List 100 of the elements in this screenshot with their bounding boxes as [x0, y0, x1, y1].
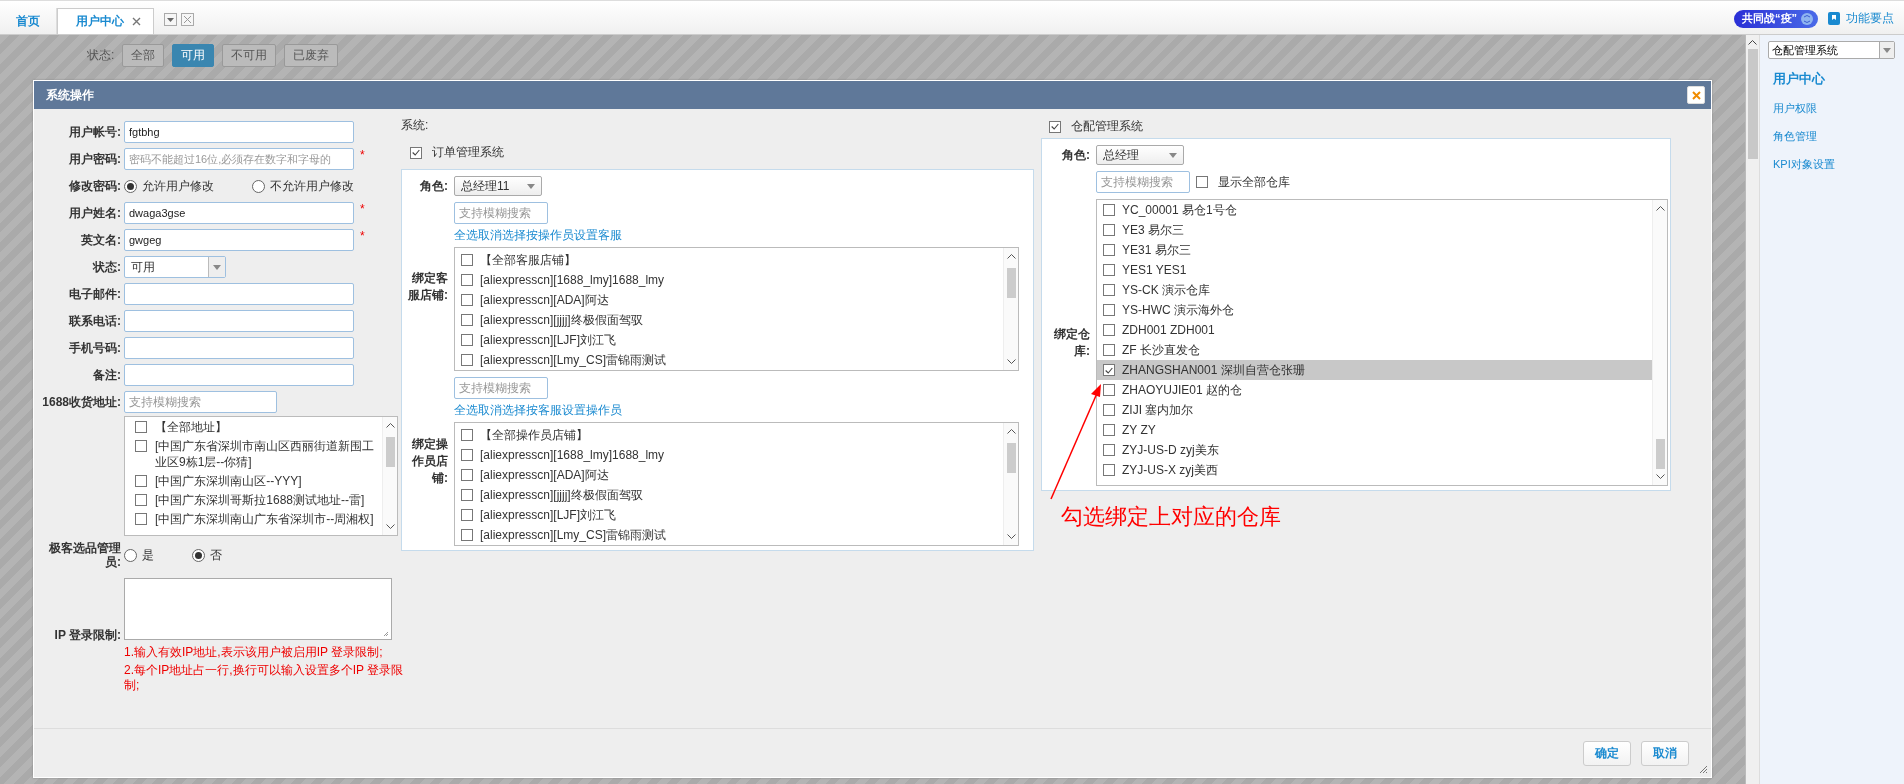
checkbox[interactable]: [461, 334, 473, 346]
checkbox[interactable]: [461, 489, 473, 501]
list-row[interactable]: YS-HWC 演示海外仓: [1103, 300, 1652, 320]
checkbox[interactable]: [1103, 204, 1115, 216]
filter-button[interactable]: 已废弃: [284, 44, 339, 67]
checkbox[interactable]: [135, 440, 147, 452]
filter-button[interactable]: 全部: [122, 44, 165, 67]
scrollbar[interactable]: [1652, 200, 1667, 485]
checkbox[interactable]: [461, 314, 473, 326]
scroll-thumb[interactable]: [1655, 439, 1665, 469]
radio-button[interactable]: [124, 179, 137, 193]
search-field[interactable]: 支持模糊搜索: [454, 202, 548, 224]
checkbox[interactable]: [1103, 324, 1115, 336]
checkbox[interactable]: [1103, 364, 1115, 376]
checkbox[interactable]: [1103, 424, 1115, 436]
scroll-thumb[interactable]: [1006, 268, 1016, 298]
checkbox[interactable]: [1103, 464, 1115, 476]
checkbox[interactable]: [461, 449, 473, 461]
checkbox[interactable]: [135, 421, 147, 433]
scroll-thumb[interactable]: [1747, 49, 1758, 159]
chevron-down-icon[interactable]: [1006, 359, 1016, 365]
list-row[interactable]: ZYJ-US-D zyj美东: [1103, 440, 1652, 460]
checkbox[interactable]: [461, 509, 473, 521]
checkbox[interactable]: [1196, 176, 1208, 188]
dropdown-button[interactable]: [164, 13, 177, 26]
list-row[interactable]: ZYJ-US-X zyj美西: [1103, 460, 1652, 480]
search-field[interactable]: 支持模糊搜索: [454, 377, 548, 399]
role-dropdown[interactable]: 总经理: [1096, 145, 1184, 165]
list-row[interactable]: ZF 长沙直发仓: [1103, 340, 1652, 360]
checkbox[interactable]: [1049, 120, 1061, 133]
chevron-up-icon[interactable]: [1006, 253, 1016, 259]
list-row[interactable]: ZHANGSHAN001 深圳自营仓张珊: [1097, 360, 1652, 380]
list-row[interactable]: YE3 易尔三: [1103, 220, 1652, 240]
text-field[interactable]: gwgeg: [124, 229, 354, 251]
scrollbar[interactable]: [382, 417, 397, 535]
close-icon[interactable]: [132, 17, 141, 26]
checkbox[interactable]: [1103, 224, 1115, 236]
list-row[interactable]: YES1 YES1: [1103, 260, 1652, 280]
radio-button[interactable]: [124, 548, 137, 562]
campaign-badge[interactable]: 共同战“疫”: [1734, 9, 1818, 28]
list-row[interactable]: YC_00001 易仓1号仓: [1103, 200, 1652, 220]
checkbox[interactable]: [461, 354, 473, 366]
system-dropdown[interactable]: 仓配管理系统: [1768, 41, 1895, 59]
checkbox[interactable]: [1103, 344, 1115, 356]
text-field[interactable]: dwaga3gse: [124, 202, 354, 224]
checkbox[interactable]: [461, 429, 473, 441]
scrollbar[interactable]: [1746, 35, 1760, 784]
sidebar-link[interactable]: KPI对象设置: [1768, 150, 1895, 178]
text-field[interactable]: [124, 310, 354, 332]
search-field[interactable]: 支持模糊搜索: [124, 391, 277, 413]
chevron-down-icon[interactable]: [1655, 474, 1665, 480]
filter-button[interactable]: 可用: [172, 44, 215, 67]
radio-button[interactable]: [192, 548, 205, 562]
resize-grip-icon[interactable]: [1699, 765, 1708, 774]
sidebar-link[interactable]: 用户权限: [1768, 94, 1895, 122]
resize-grip-icon[interactable]: [383, 631, 389, 637]
chevron-down-icon[interactable]: [385, 524, 395, 530]
checkbox[interactable]: [410, 146, 422, 159]
text-field[interactable]: [124, 364, 354, 386]
dialog-button[interactable]: 取消: [1641, 740, 1689, 766]
checkbox[interactable]: [1103, 304, 1115, 316]
list-row[interactable]: ZY ZY: [1103, 420, 1652, 440]
chevron-down-icon[interactable]: [1006, 534, 1016, 540]
select-link[interactable]: 全选取消选择按操作员设置客服: [454, 227, 622, 244]
scroll-thumb[interactable]: [385, 437, 395, 467]
checkbox[interactable]: [1103, 264, 1115, 276]
list-row[interactable]: ZHAOYUJIE01 赵的仓: [1103, 380, 1652, 400]
checkbox[interactable]: [1103, 384, 1115, 396]
checkbox[interactable]: [461, 529, 473, 541]
list-row[interactable]: YE31 易尔三: [1103, 240, 1652, 260]
text-field[interactable]: fgtbhg: [124, 121, 354, 143]
chevron-up-icon[interactable]: [1748, 39, 1757, 45]
search-field[interactable]: 支持模糊搜索: [1096, 171, 1190, 193]
checkbox[interactable]: [461, 254, 473, 266]
checkbox[interactable]: [135, 494, 147, 506]
scroll-thumb[interactable]: [1006, 443, 1016, 473]
help-link[interactable]: 功能要点: [1846, 10, 1894, 27]
checkbox[interactable]: [1103, 244, 1115, 256]
radio-button[interactable]: [252, 179, 265, 193]
checkbox[interactable]: [1103, 284, 1115, 296]
checkbox[interactable]: [135, 513, 147, 525]
dialog-button[interactable]: 确定: [1583, 740, 1631, 766]
list-row[interactable]: ZIJI 塞内加尔: [1103, 400, 1652, 420]
list-row[interactable]: ZDH001 ZDH001: [1103, 320, 1652, 340]
select-link[interactable]: 全选取消选择按客服设置操作员: [454, 402, 622, 419]
sidebar-link[interactable]: 角色管理: [1768, 122, 1895, 150]
chevron-up-icon[interactable]: [1655, 205, 1665, 211]
status-dropdown[interactable]: 可用: [124, 256, 226, 278]
text-field[interactable]: 密码不能超过16位,必须存在数字和字母的: [124, 148, 354, 170]
checkbox[interactable]: [461, 469, 473, 481]
chevron-up-icon[interactable]: [385, 422, 395, 428]
chevron-up-icon[interactable]: [1006, 428, 1016, 434]
checkbox[interactable]: [1103, 444, 1115, 456]
scrollbar[interactable]: [1003, 423, 1018, 545]
filter-button[interactable]: 不可用: [222, 44, 277, 67]
checkbox[interactable]: [461, 294, 473, 306]
checkbox[interactable]: [135, 475, 147, 487]
close-button[interactable]: [181, 13, 194, 26]
text-field[interactable]: [124, 337, 354, 359]
scrollbar[interactable]: [1003, 248, 1018, 370]
